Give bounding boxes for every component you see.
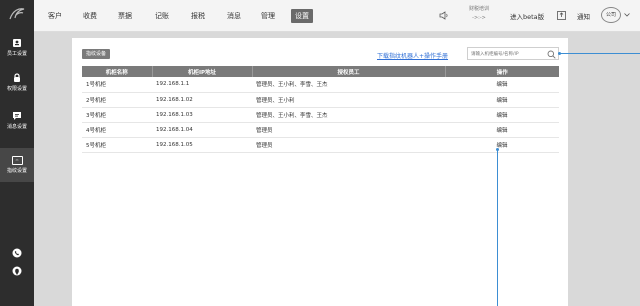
company-avatar[interactable]: 公司 [601,7,621,23]
app-logo-icon [9,8,25,20]
edit-link[interactable]: 编辑 [445,107,559,123]
nav-item-bookkeeping[interactable]: 记账 [155,11,169,21]
authorized-staff-cell: 管理员、王小利 [252,92,445,108]
sidebar-item-label: 员工设置 [6,51,27,57]
sidebar-item-label: 消息设置 [6,124,27,130]
sidebar-item-fingerprint[interactable]: ▭ 指纹设置 [0,148,34,182]
badge-icon [13,39,21,47]
search-icon[interactable] [547,50,556,59]
sidebar-item-permissions[interactable]: 权限设置 [0,73,34,103]
sidebar-item-label: 指纹设置 [6,168,27,174]
sidebar: 员工设置 权限设置 消息设置 ▭ 指纹设置 [0,0,34,306]
nav-item-settings[interactable]: 设置 [291,9,313,23]
nav-item-messages[interactable]: 消息 [227,11,241,21]
nav-item-tax[interactable]: 报税 [191,11,205,21]
beta-version-link[interactable]: 进入beta版 [510,11,544,21]
annotation-pointer-line [497,150,498,306]
edit-link[interactable]: 编辑 [445,92,559,108]
authorized-staff-cell: 管理员、王小利、李雪、王杰 [252,77,445,93]
nav-item-invoices[interactable]: 票据 [118,11,132,21]
message-icon [13,112,21,120]
location-icon[interactable] [12,266,22,276]
main-panel: 指纹设备 下载指纹机器人+操作手册 机柜名称 机柜IP地址 授权员工 [72,38,568,306]
edit-link[interactable]: 编辑 [445,137,559,153]
chevron-down-icon[interactable] [624,13,630,17]
top-navigation-bar: 客户 收费 票据 记账 报税 消息 管理 设置 财税培训 ->:-> 进入bet… [34,0,640,32]
cabinet-ip-cell: 192.168.1.05 [152,137,252,153]
column-header-ip: 机柜IP地址 [152,66,253,77]
cabinet-ip-cell: 192.168.1.02 [152,92,252,108]
cabinet-name-cell: 4号机柜 [82,122,152,138]
speaker-icon[interactable] [439,11,449,20]
sidebar-item-messages[interactable]: 消息设置 [0,111,34,141]
authorized-staff-cell: 管理员 [252,137,445,153]
app-window: 员工设置 权限设置 消息设置 ▭ 指纹设置 客户 收费 票据 记账 报税 消息 … [0,0,640,306]
annotation-pointer-dot [496,148,499,151]
annotation-pointer-dot [558,52,561,55]
table-row: 2号机柜 192.168.1.02 管理员、王小利 编辑 [82,92,559,108]
lock-icon [14,73,20,82]
training-ticker[interactable]: 财税培训 ->:-> [459,5,499,23]
cabinet-name-cell: 5号机柜 [82,137,152,153]
table-row: 5号机柜 192.168.1.05 管理员 编辑 [82,137,559,153]
edit-link[interactable]: 编辑 [445,122,559,138]
authorized-staff-cell: 管理员 [252,122,445,138]
cabinet-ip-cell: 192.168.1.04 [152,122,252,138]
search-input[interactable] [471,49,541,59]
cabinet-name-cell: 1号机柜 [82,77,152,93]
cabinet-ip-cell: 192.168.1.1 [152,77,252,93]
add-fingerprint-device-button[interactable]: 指纹设备 [82,49,111,59]
search-field[interactable] [467,47,559,60]
column-header-staff: 授权员工 [252,66,446,77]
nav-item-customers[interactable]: 客户 [48,11,62,21]
annotation-pointer-line [560,53,640,54]
download-robot-manual-link[interactable]: 下载指纹机器人+操作手册 [377,51,448,60]
nav-item-billing[interactable]: 收费 [83,11,97,21]
nav-item-management[interactable]: 管理 [261,11,275,21]
table-row: 4号机柜 192.168.1.04 管理员 编辑 [82,122,559,138]
column-header-name: 机柜名称 [82,66,153,77]
ticker-subtitle: ->:-> [472,15,486,21]
table-row: 3号机柜 192.168.1.03 管理员、王小利、李雪、王杰 编辑 [82,107,559,123]
fingerprint-device-icon: ▭ [11,156,23,165]
ticker-title: 财税培训 [468,6,489,12]
edit-link[interactable]: 编辑 [445,77,559,93]
table-row: 1号机柜 192.168.1.1 管理员、王小利、李雪、王杰 编辑 [82,77,559,93]
column-header-action: 操作 [445,66,559,77]
cabinet-table: 机柜名称 机柜IP地址 授权员工 操作 1号机柜 192.168.1.1 管理员… [82,66,559,153]
export-icon[interactable] [557,10,566,20]
authorized-staff-cell: 管理员、王小利、李雪、王杰 [252,107,445,123]
phone-icon[interactable] [12,248,22,258]
sidebar-item-label: 权限设置 [6,86,27,92]
cabinet-name-cell: 3号机柜 [82,107,152,123]
notifications-link[interactable]: 通知 [577,11,590,21]
cabinet-ip-cell: 192.168.1.03 [152,107,252,123]
cabinet-name-cell: 2号机柜 [82,92,152,108]
sidebar-item-staff[interactable]: 员工设置 [0,38,34,68]
table-header-row: 机柜名称 机柜IP地址 授权员工 操作 [82,66,559,77]
